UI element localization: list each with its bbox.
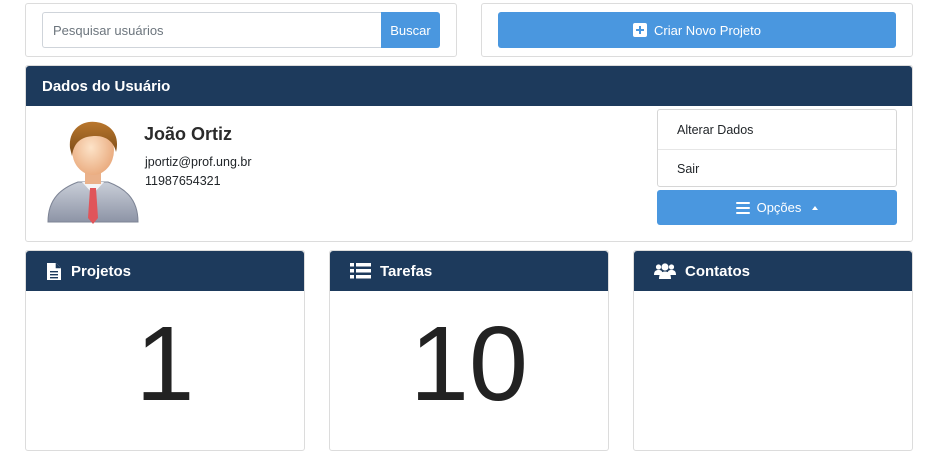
card-tarefas-value: 10 <box>410 305 528 423</box>
card-tarefas: Tarefas 10 <box>329 250 609 451</box>
card-tarefas-title: Tarefas <box>380 262 433 280</box>
card-projetos-header: Projetos <box>26 251 304 291</box>
card-contatos-title: Contatos <box>685 262 750 280</box>
list-icon <box>350 263 371 279</box>
card-projetos-value: 1 <box>135 305 195 423</box>
card-projetos: Projetos 1 <box>25 250 305 451</box>
search-input[interactable] <box>42 12 382 48</box>
create-project-panel: Criar Novo Projeto <box>481 3 913 57</box>
user-email: jportiz@prof.ung.br <box>145 155 252 169</box>
options-menu: Alterar Dados Sair <box>657 109 897 187</box>
user-data-panel: Dados do Usuário João Ortiz jportiz@prof… <box>25 65 913 242</box>
create-project-label: Criar Novo Projeto <box>654 22 761 38</box>
search-button[interactable]: Buscar <box>381 12 440 48</box>
caret-up-icon <box>812 205 819 210</box>
card-projetos-title: Projetos <box>71 262 132 280</box>
menu-item-alterar-dados[interactable]: Alterar Dados <box>658 110 896 149</box>
options-label: Opções <box>756 200 802 215</box>
file-icon <box>47 262 61 280</box>
create-project-button[interactable]: Criar Novo Projeto <box>498 12 896 48</box>
plus-square-icon <box>633 23 648 37</box>
menu-item-sair[interactable]: Sair <box>658 149 896 188</box>
avatar <box>47 121 139 224</box>
user-panel-title: Dados do Usuário <box>26 66 912 106</box>
user-phone: 11987654321 <box>145 174 221 188</box>
options-button[interactable]: Opções <box>657 190 897 225</box>
users-icon <box>654 263 676 279</box>
card-contatos: Contatos <box>633 250 913 451</box>
card-tarefas-header: Tarefas <box>330 251 608 291</box>
user-name: João Ortiz <box>144 124 233 144</box>
card-contatos-header: Contatos <box>634 251 912 291</box>
search-panel: Buscar <box>25 3 457 57</box>
bars-icon <box>735 201 750 214</box>
